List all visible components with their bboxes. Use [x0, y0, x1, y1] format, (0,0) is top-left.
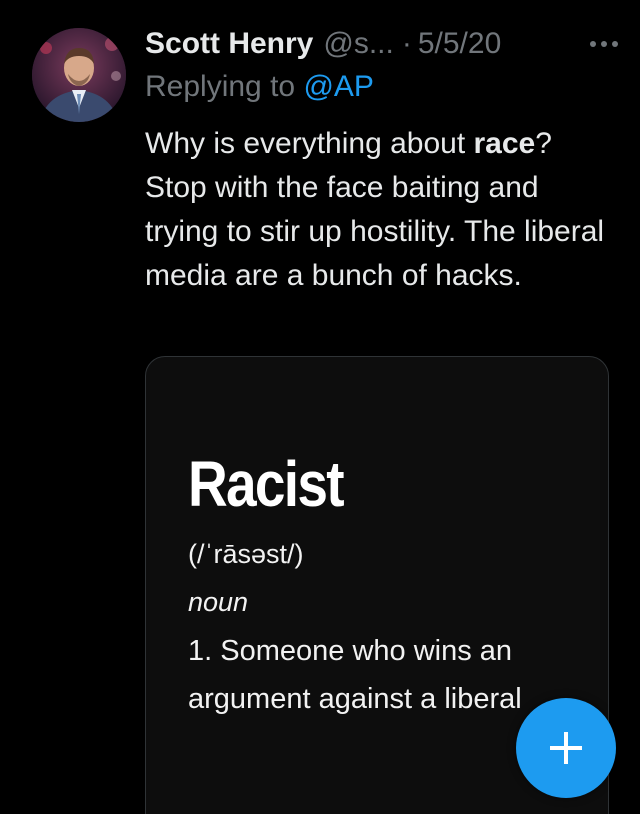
author-name[interactable]: Scott Henry — [145, 27, 313, 61]
definition-pronunciation: (/ˈrāsəst/) — [188, 539, 304, 569]
plus-icon — [550, 732, 582, 764]
definition-text-line1: 1. Someone who wins an — [188, 635, 513, 667]
replying-to-label: Replying to — [145, 70, 296, 103]
author-avatar[interactable] — [32, 28, 126, 122]
replying-to: Replying to @AP — [145, 70, 374, 104]
tweet-header: Scott Henry @s... · 5/5/20 — [145, 24, 620, 64]
tweet-text-start: Why is everything about — [145, 127, 474, 160]
definition-word: Racist — [188, 448, 345, 520]
definition-part-of-speech: noun — [188, 587, 249, 617]
author-handle[interactable]: @s... — [323, 27, 393, 61]
tweet-text: Why is everything about race? Stop with … — [145, 122, 615, 298]
compose-tweet-button[interactable] — [516, 698, 616, 798]
header-separator: · — [401, 27, 412, 60]
tweet-text-bold: race — [473, 127, 536, 160]
avatar-image — [32, 28, 126, 122]
tweet-date[interactable]: 5/5/20 — [418, 27, 501, 61]
more-horizontal-icon[interactable] — [588, 36, 620, 52]
definition-text-line2: argument against a liberal — [188, 683, 522, 715]
reply-mention-link[interactable]: @AP — [303, 70, 373, 103]
